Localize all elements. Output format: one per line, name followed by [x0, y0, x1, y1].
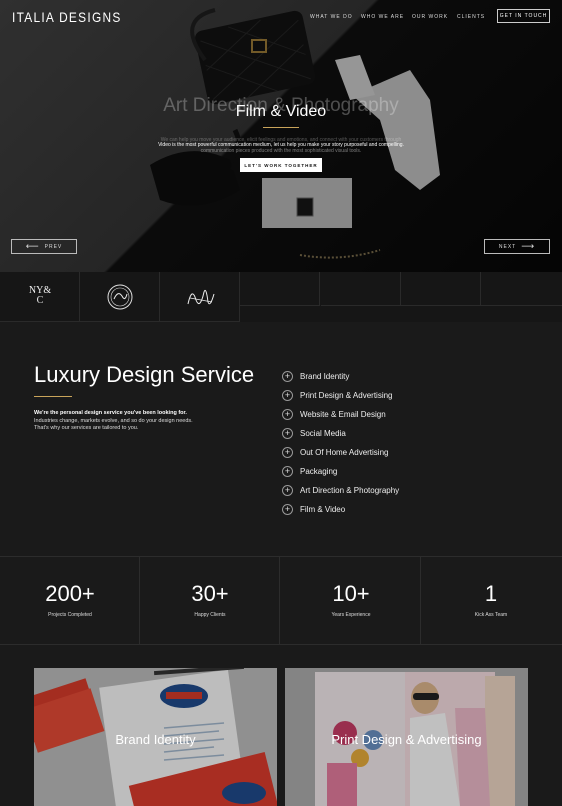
- service-label: Social Media: [300, 429, 346, 438]
- arrow-left-icon: ⟵: [25, 241, 40, 251]
- prev-label: PREV: [44, 243, 63, 250]
- service-item-print-design[interactable]: + Print Design & Advertising: [282, 386, 399, 405]
- plus-icon: +: [282, 371, 293, 382]
- service-item-packaging[interactable]: + Packaging: [282, 462, 399, 481]
- plus-icon: +: [282, 428, 293, 439]
- lets-work-together-button[interactable]: LET'S WORK TOGETHER: [240, 158, 322, 172]
- client-logo-nyc[interactable]: NY&C: [0, 272, 80, 322]
- client-logo-nyc-text: NY&C: [28, 285, 52, 306]
- card-title: Print Design & Advertising: [331, 732, 482, 747]
- service-label: Out Of Home Advertising: [300, 448, 389, 457]
- service-label: Art Direction & Photography: [300, 486, 400, 495]
- plus-icon: +: [282, 409, 293, 420]
- services-title: Luxury Design Service: [34, 362, 255, 387]
- hero-divider: [263, 127, 299, 128]
- stat-value: 10+: [332, 581, 370, 606]
- service-label: Film & Video: [300, 505, 346, 514]
- services-description: Industries change, markets evolve, and s…: [34, 418, 193, 431]
- plus-icon: +: [282, 485, 293, 496]
- signature-logo-icon: [187, 289, 215, 305]
- nav-clients[interactable]: CLIENTS: [457, 14, 485, 20]
- stat-value: 1: [484, 581, 498, 606]
- hero-title: Film & Video: [235, 103, 327, 120]
- services-divider: [34, 396, 72, 397]
- next-slide-button[interactable]: NEXT ⟶: [484, 239, 550, 254]
- portfolio-card-brand-identity[interactable]: Brand Identity: [34, 668, 277, 806]
- service-label: Print Design & Advertising: [300, 391, 393, 400]
- portfolio-section: Brand Identity Print Design & Advertisin…: [0, 645, 562, 806]
- services-lead: We're the personal design service you've…: [34, 410, 187, 416]
- client-logos-row: NY&C: [0, 272, 562, 322]
- stats-section: 200+ Projects Completed 30+ Happy Client…: [0, 556, 562, 645]
- service-label: Packaging: [300, 467, 338, 476]
- get-in-touch-button[interactable]: GET IN TOUCH: [497, 9, 550, 23]
- arrow-right-icon: ⟶: [521, 241, 536, 251]
- service-item-art-direction[interactable]: + Art Direction & Photography: [282, 481, 399, 500]
- site-logo[interactable]: ITALIA DESIGNS: [12, 9, 122, 25]
- client-logo-empty-3: [401, 272, 481, 306]
- client-logo-empty-2: [321, 272, 401, 306]
- stat-label: Years Experience: [331, 612, 371, 618]
- nav-what-we-do[interactable]: WHAT WE DO: [310, 14, 353, 20]
- stat-label: Projects Completed: [48, 612, 92, 618]
- client-logo-seal[interactable]: [80, 272, 160, 322]
- nav-who-we-are[interactable]: WHO WE ARE: [361, 14, 404, 20]
- plus-icon: +: [282, 447, 293, 458]
- stat-value: 200+: [45, 581, 95, 606]
- service-item-website-email[interactable]: + Website & Email Design: [282, 405, 399, 424]
- prev-slide-button[interactable]: ⟵ PREV: [11, 239, 77, 254]
- nav-our-work[interactable]: OUR WORK: [412, 14, 448, 20]
- plus-icon: +: [282, 390, 293, 401]
- card-title: Brand Identity: [115, 732, 196, 747]
- services-list: + Brand Identity + Print Design & Advert…: [282, 367, 399, 519]
- seal-logo-icon: [107, 284, 133, 310]
- client-logo-signature[interactable]: [160, 272, 240, 322]
- hero-description: Video is the most powerful communication…: [120, 142, 442, 154]
- hero-section: ITALIA DESIGNS WHAT WE DO WHO WE ARE OUR…: [0, 0, 562, 272]
- stat-value: 30+: [191, 581, 229, 606]
- service-item-film-video[interactable]: + Film & Video: [282, 500, 399, 519]
- plus-icon: +: [282, 466, 293, 477]
- client-logo-empty-4: [481, 272, 562, 306]
- stat-label: Happy Clients: [194, 612, 226, 618]
- stat-projects: 200+ Projects Completed: [0, 557, 140, 645]
- portfolio-card-print-design[interactable]: Print Design & Advertising: [285, 668, 528, 806]
- stat-clients: 30+ Happy Clients: [140, 557, 280, 645]
- service-label: Brand Identity: [300, 372, 350, 381]
- hero-overlay: [0, 0, 562, 272]
- stat-years: 10+ Years Experience: [281, 557, 421, 645]
- stat-team: 1 Kick Ass Team: [421, 557, 562, 645]
- client-logo-empty-1: [240, 272, 320, 306]
- service-item-social-media[interactable]: + Social Media: [282, 424, 399, 443]
- service-item-brand-identity[interactable]: + Brand Identity: [282, 367, 399, 386]
- service-item-out-of-home[interactable]: + Out Of Home Advertising: [282, 443, 399, 462]
- services-section: Luxury Design Service We're the personal…: [0, 322, 562, 556]
- stat-label: Kick Ass Team: [474, 612, 508, 618]
- plus-icon: +: [282, 504, 293, 515]
- hero-description-line-2: communication pieces produced with the m…: [200, 148, 362, 154]
- service-label: Website & Email Design: [300, 410, 386, 419]
- next-label: NEXT: [498, 243, 517, 250]
